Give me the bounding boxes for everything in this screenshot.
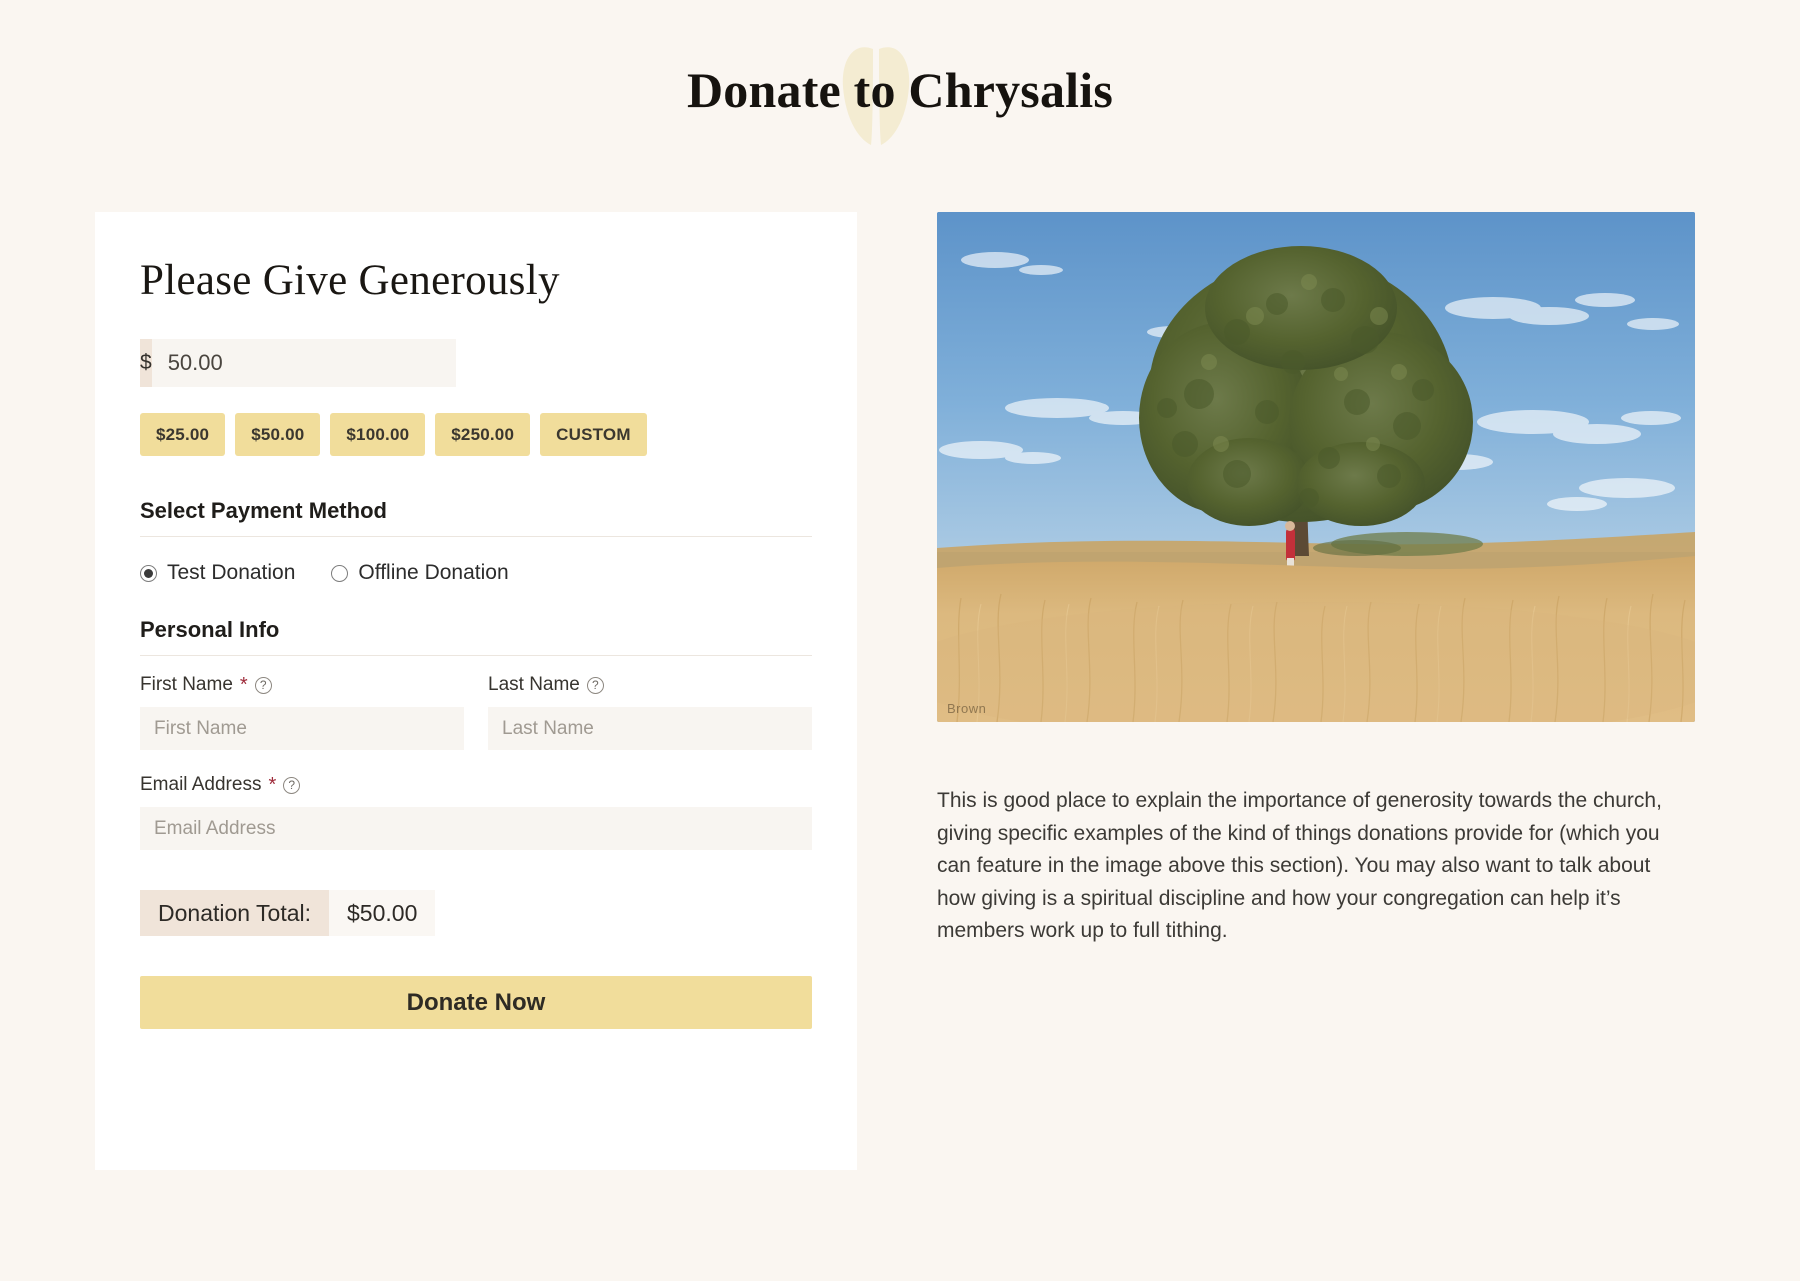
payment-option-test-donation[interactable]: Test Donation (140, 561, 295, 585)
radio-unselected-icon[interactable] (331, 564, 349, 582)
tree-landscape-illustration (937, 212, 1695, 722)
email-block: Email Address * ? (140, 774, 812, 850)
help-icon[interactable]: ? (283, 776, 301, 794)
first-name-block: First Name * ? (140, 674, 464, 750)
payment-option-label: Test Donation (167, 561, 296, 584)
first-name-label-text: First Name (140, 674, 233, 695)
preset-amount-group: $25.00 $50.00 $100.00 $250.00 CUSTOM (140, 413, 812, 456)
preset-amount-25[interactable]: $25.00 (140, 413, 226, 456)
hero-photo: Brown (937, 212, 1695, 722)
page-title: Donate to Chrysalis (686, 62, 1114, 118)
first-name-input[interactable] (140, 707, 464, 750)
donation-form-card: Please Give Generously $ $25.00 $50.00 $… (95, 212, 857, 1170)
email-label-text: Email Address (140, 774, 262, 795)
preset-amount-100[interactable]: $100.00 (330, 413, 426, 456)
last-name-label-text: Last Name (488, 674, 580, 695)
first-name-label: First Name * ? (140, 674, 464, 696)
donate-now-button[interactable]: Donate Now (140, 976, 812, 1029)
currency-symbol: $ (140, 339, 152, 387)
photo-credit: Brown (947, 701, 987, 716)
media-description: This is good place to explain the import… (937, 789, 1662, 943)
donation-amount-field[interactable]: $ (140, 339, 456, 387)
email-label: Email Address * ? (140, 774, 812, 796)
required-indicator: * (239, 674, 248, 696)
required-indicator: * (268, 774, 277, 796)
name-fields-row: First Name * ? Last Name ? (140, 674, 812, 750)
help-icon[interactable]: ? (254, 676, 272, 694)
donation-total: Donation Total: $50.00 (140, 890, 487, 936)
last-name-input[interactable] (488, 707, 812, 750)
payment-option-offline-donation[interactable]: Offline Donation (331, 561, 509, 585)
page-title-wrap: Donate to Chrysalis (686, 47, 1114, 145)
form-heading: Please Give Generously (140, 257, 560, 304)
payment-option-label: Offline Donation (358, 561, 509, 584)
payment-method-options: Test Donation Offline Donation (140, 561, 812, 585)
donation-amount-input[interactable] (151, 339, 456, 387)
personal-info-title: Personal Info (140, 617, 812, 656)
donation-total-label: Donation Total: (140, 890, 330, 936)
email-input[interactable] (140, 807, 812, 850)
last-name-label: Last Name ? (488, 674, 812, 696)
preset-amount-custom[interactable]: CUSTOM (540, 413, 647, 456)
media-column: Brown This is good place to explain the … (937, 212, 1695, 948)
preset-amount-250[interactable]: $250.00 (435, 413, 531, 456)
last-name-block: Last Name ? (488, 674, 812, 750)
payment-method-title: Select Payment Method (140, 498, 812, 537)
help-icon[interactable]: ? (586, 676, 604, 694)
site-header: Donate to Chrysalis (0, 0, 1800, 180)
donation-total-value: $50.00 (329, 890, 436, 936)
preset-amount-50[interactable]: $50.00 (235, 413, 321, 456)
radio-selected-icon[interactable] (140, 564, 157, 582)
